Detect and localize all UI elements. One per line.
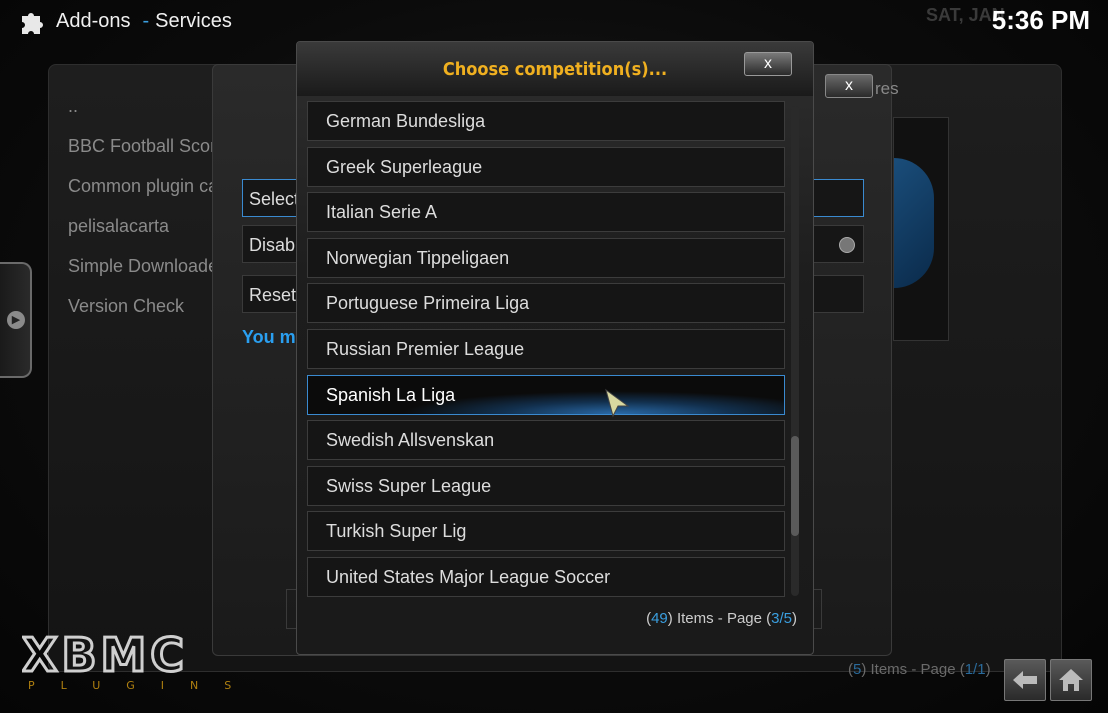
competition-item[interactable]: Swiss Super League — [307, 465, 785, 506]
competition-item[interactable]: Portuguese Primeira Liga — [307, 283, 785, 324]
competition-item[interactable]: United States Major League Soccer — [307, 556, 785, 597]
addon-logo — [894, 158, 934, 288]
competition-item-focused[interactable]: Spanish La Liga — [307, 374, 785, 415]
back-button[interactable] — [1004, 659, 1046, 701]
bottom-page-info: (5) Items - Page (1/1) — [848, 661, 991, 678]
addon-list-item[interactable]: pelisalacarta — [68, 206, 218, 246]
clock: 5:36 PM — [991, 5, 1090, 35]
page-number: 1/1 — [964, 661, 986, 678]
home-icon — [1059, 669, 1083, 691]
competition-item[interactable]: Italian Serie A — [307, 192, 785, 233]
radio-toggle-icon[interactable] — [839, 237, 855, 253]
page-info-text: ) Items - Page ( — [667, 610, 772, 627]
page-info-text: ) — [792, 610, 797, 627]
addon-list-item[interactable]: BBC Football Score — [68, 126, 218, 166]
competition-item[interactable]: Greek Superleague — [307, 146, 785, 187]
dialog-title: Choose competition(s)... — [442, 59, 668, 80]
dialog-page-info: (49) Items - Page (3/5) — [646, 610, 797, 627]
competition-item[interactable]: Swedish Allsvenskan — [307, 420, 785, 461]
addon-list-item[interactable]: Simple Downloade — [68, 246, 218, 286]
mouse-pointer-icon — [605, 388, 630, 418]
settings-close-button[interactable]: x — [825, 74, 873, 98]
competition-item[interactable]: Turkish Super Lig — [307, 511, 785, 552]
side-menu-tab[interactable]: ▶ — [0, 262, 32, 378]
back-arrow-icon — [1013, 671, 1037, 689]
competition-item[interactable]: Russian Premier League — [307, 328, 785, 369]
top-bar: Add-ons - Services SAT, JAN 5:36 PM — [0, 0, 1108, 44]
breadcrumb-separator: - — [142, 9, 150, 32]
addon-list: .. BBC Football Score Common plugin ca p… — [68, 86, 228, 326]
scrollbar-thumb[interactable] — [791, 436, 799, 536]
dialog-close-button[interactable]: x — [744, 52, 792, 76]
competition-list: German Bundesliga Greek Superleague Ital… — [307, 101, 785, 603]
addon-list-item[interactable]: Common plugin ca — [68, 166, 218, 206]
addon-list-item[interactable]: .. — [68, 86, 218, 126]
home-button[interactable] — [1050, 659, 1092, 701]
competition-item[interactable]: Norwegian Tippeligaen — [307, 237, 785, 278]
breadcrumb-subsection: Services — [155, 9, 232, 32]
svg-text:PLUGINS: PLUGINS — [28, 679, 257, 692]
addon-list-item[interactable]: Version Check — [68, 286, 218, 326]
page-info-text: ) — [985, 661, 991, 678]
breadcrumb-section: Add-ons — [56, 9, 131, 32]
settings-title: res — [875, 79, 899, 98]
puzzle-icon — [22, 13, 43, 34]
addon-preview-image — [893, 117, 949, 341]
items-count: 49 — [651, 610, 668, 627]
svg-text:XBMC: XBMC — [22, 633, 188, 682]
xbmc-plugins-logo: XBMC PLUGINS — [22, 633, 257, 692]
breadcrumb: Add-ons - Services — [18, 6, 232, 36]
page-info-text: ) Items - Page ( — [861, 661, 965, 678]
page-number: 3/5 — [771, 610, 792, 627]
choose-competitions-dialog: Choose competition(s)... x German Bundes… — [296, 41, 814, 655]
competition-item[interactable]: German Bundesliga — [307, 101, 785, 141]
list-scrollbar[interactable] — [791, 106, 799, 596]
arrow-right-icon: ▶ — [7, 311, 25, 329]
